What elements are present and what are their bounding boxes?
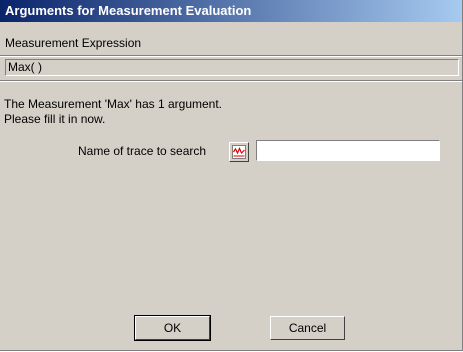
- trace-name-label: Name of trace to search: [78, 144, 207, 158]
- argument-count-message: The Measurement 'Max' has 1 argument.: [4, 97, 223, 111]
- dialog-title: Arguments for Measurement Evaluation: [0, 0, 462, 22]
- expression-label: Measurement Expression: [5, 36, 142, 50]
- separator: [0, 55, 462, 57]
- fill-in-message: Please fill it in now.: [4, 112, 106, 126]
- expression-field: Max( ): [5, 59, 459, 76]
- cancel-button[interactable]: Cancel: [270, 316, 345, 340]
- measurement-arguments-dialog: Arguments for Measurement Evaluation Mea…: [0, 0, 463, 351]
- trace-name-input[interactable]: [256, 140, 440, 161]
- trace-waveform-icon: [232, 145, 246, 159]
- separator: [0, 80, 462, 82]
- ok-button[interactable]: OK: [134, 315, 211, 341]
- trace-browse-button[interactable]: [229, 142, 249, 162]
